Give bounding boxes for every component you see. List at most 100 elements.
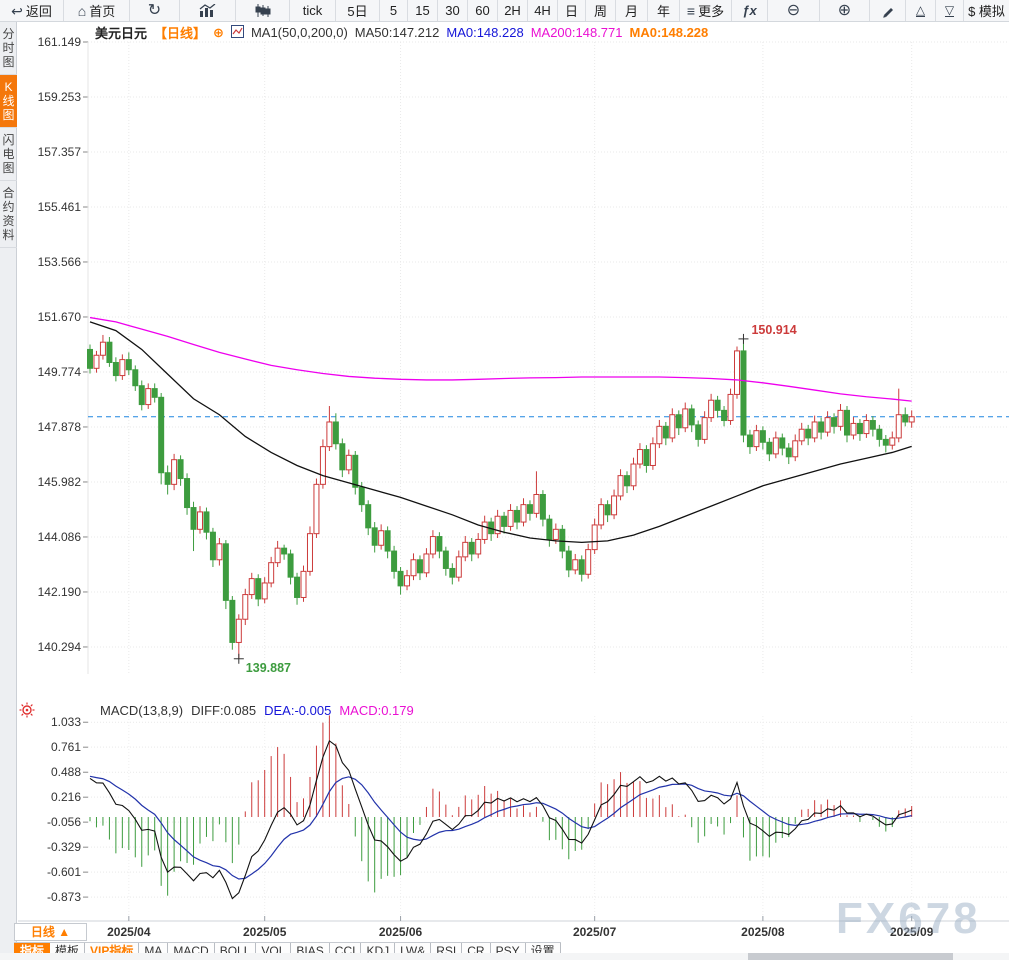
refresh-icon: ↻ [147, 1, 162, 19]
indicator-settings-icon[interactable] [19, 702, 35, 718]
period-15min-button[interactable]: 15 [408, 0, 438, 21]
candle-chart-icon [255, 4, 270, 17]
sidebar-item-lightning-chart[interactable]: 闪电图 [0, 128, 17, 181]
x-axis-label: 2025/06 [378, 925, 423, 939]
candles-series [87, 334, 915, 659]
sidebar-item-contract-info[interactable]: 合约资料 [0, 181, 17, 248]
svg-text:157.357: 157.357 [38, 145, 82, 159]
home-icon: ⌂ [77, 2, 87, 19]
ma0-orange-label: MA0:148.228 [629, 25, 709, 40]
line-chart-button[interactable] [180, 0, 236, 21]
svg-text:149.774: 149.774 [38, 365, 82, 379]
svg-text:147.878: 147.878 [38, 420, 82, 434]
period-4h-button[interactable]: 4H [528, 0, 558, 21]
period-selector-button[interactable]: 日线 ▲ [14, 923, 87, 941]
svg-text:-0.056: -0.056 [47, 815, 81, 829]
watermark: FX678 [836, 894, 981, 943]
back-button[interactable]: ↩ 返回 [0, 0, 64, 21]
ma200-value-label: MA200:148.771 [530, 25, 623, 40]
draw-button[interactable] [870, 0, 906, 21]
period-2h-button-label: 2H [504, 3, 521, 18]
svg-text:140.294: 140.294 [38, 640, 82, 654]
x-axis-label: 2025/08 [741, 925, 785, 939]
x-axis-label: 2025/07 [572, 925, 617, 939]
svg-text:0.761: 0.761 [51, 740, 81, 754]
period-60min-button[interactable]: 60 [468, 0, 498, 21]
menu-icon: ≡ [686, 2, 696, 19]
svg-text:-0.873: -0.873 [47, 890, 81, 904]
period-week-button-label: 周 [593, 4, 607, 19]
zoom-in-icon: ⊕ [837, 1, 852, 19]
buy-button[interactable]: △ [906, 0, 936, 21]
ma50-line [89, 321, 912, 544]
more-button-label: 更多 [698, 4, 725, 19]
zoom-in-button[interactable]: ⊕ [820, 0, 870, 21]
svg-text:153.566: 153.566 [38, 255, 82, 269]
more-button[interactable]: ≡ 更多 [680, 0, 732, 21]
app-window: ↩ 返回 ⌂ 首页 ↻ tick 5日 5 15 30 60 2H 4H 日周月年 ≡ 更多 ƒx ⊖ ⊕ △ ▽ $ 模… [0, 0, 1009, 960]
period-2h-button[interactable]: 2H [498, 0, 528, 21]
ma-params-label: MA1(50,0,200,0) [250, 25, 348, 40]
svg-text:142.190: 142.190 [38, 585, 82, 599]
pencil-icon [882, 7, 893, 18]
svg-text:-0.329: -0.329 [47, 840, 81, 854]
horizontal-scrollbar[interactable] [0, 953, 1009, 960]
symbol-name: 美元日元 [95, 26, 148, 41]
period-day-button[interactable]: 日 [558, 0, 586, 21]
fx-icon: ƒx [742, 3, 757, 18]
sell-button[interactable]: ▽ [936, 0, 964, 21]
indicator-fx-button[interactable]: ƒx [732, 0, 768, 21]
period-60min-button-label: 60 [475, 3, 490, 18]
svg-text:161.149: 161.149 [38, 35, 82, 49]
main-grid: 161.149 159.253 157.357 155.461 153.566 151.6… [38, 35, 1009, 674]
svg-text:1.033: 1.033 [51, 715, 81, 729]
macd-histogram [89, 715, 913, 896]
diff-value-label: DIFF:0.085 [191, 703, 257, 718]
ma0-blue-label: MA0:148.228 [446, 25, 524, 40]
svg-text:159.253: 159.253 [38, 90, 82, 104]
back-icon: ↩ [11, 2, 23, 19]
period-5min-button[interactable]: 5 [380, 0, 408, 21]
simulate-button-label: $ 模拟 [968, 4, 1005, 19]
period-5day-button[interactable]: 5日 [336, 0, 380, 21]
sidebar-item-kline-chart[interactable]: K线图 [0, 75, 17, 128]
sidebar-item-time-chart[interactable]: 分时图 [0, 22, 17, 75]
zoom-out-button[interactable]: ⊖ [768, 0, 820, 21]
svg-text:144.086: 144.086 [38, 530, 82, 544]
period-day-button-label: 日 [564, 4, 578, 19]
period-year-button-label: 年 [656, 4, 670, 19]
svg-text:139.887: 139.887 [246, 661, 291, 675]
back-button-label: 返回 [25, 4, 52, 19]
period-30min-button-label: 30 [445, 3, 460, 18]
period-week-button[interactable]: 周 [586, 0, 616, 21]
low-annotation: 139.887 [233, 653, 291, 675]
candle-chart-button[interactable] [236, 0, 290, 21]
period-5day-button-label: 5日 [347, 4, 368, 19]
left-sidebar: 分时图 K线图 闪电图 合约资料 [0, 22, 17, 960]
macd-value-label: MACD:0.179 [339, 703, 414, 718]
home-button[interactable]: ⌂ 首页 [64, 0, 130, 21]
svg-text:151.670: 151.670 [38, 310, 82, 324]
period-tick-button-label: tick [302, 3, 323, 18]
period-4h-button-label: 4H [534, 3, 551, 18]
refresh-button[interactable]: ↻ [130, 0, 180, 21]
period-year-button[interactable]: 年 [648, 0, 680, 21]
period-15min-button-label: 15 [415, 3, 430, 18]
macd-grid: 1.033 0.761 0.488 0.216 -0.056 -0.329 -0.601 -0… [47, 715, 1009, 918]
add-compare-icon[interactable]: ⊕ [213, 25, 224, 41]
main-price-chart[interactable]: 161.149 159.253 157.357 155.461 153.566 151.6… [18, 24, 1009, 700]
svg-text:0.488: 0.488 [51, 765, 81, 779]
line-chart-icon [199, 4, 216, 17]
home-button-label: 首页 [89, 4, 116, 19]
scrollbar-thumb[interactable] [748, 953, 953, 960]
high-annotation: 150.914 [738, 323, 797, 344]
triangle-down-icon: ▽ [944, 3, 955, 17]
macd-chart[interactable]: 1.033 0.761 0.488 0.216 -0.056 -0.329 -0.601 -0… [18, 700, 1009, 925]
top-toolbar: ↩ 返回 ⌂ 首页 ↻ tick 5日 5 15 30 60 2H 4H 日周月年 ≡ 更多 ƒx ⊖ ⊕ △ ▽ $ 模… [0, 0, 1009, 22]
period-tick-button[interactable]: tick [290, 0, 336, 21]
dea-value-label: DEA:-0.005 [264, 703, 332, 718]
macd-header: MACD(13,8,9) DIFF:0.085 DEA:-0.005 MACD:… [100, 703, 414, 718]
period-30min-button[interactable]: 30 [438, 0, 468, 21]
simulate-button[interactable]: $ 模拟 [964, 0, 1009, 21]
period-month-button[interactable]: 月 [616, 0, 648, 21]
